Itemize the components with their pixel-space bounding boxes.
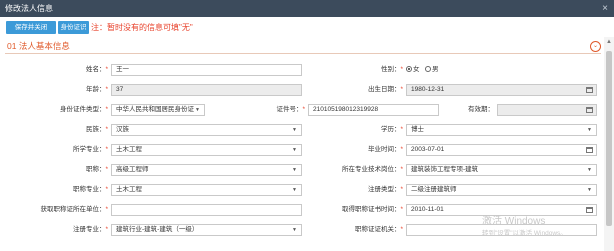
chevron-down-icon: ▼ — [292, 127, 297, 133]
chevron-down-icon: ▼ — [587, 127, 592, 133]
name-field[interactable]: 王一 — [111, 64, 302, 76]
gender-radio-male[interactable]: 男 — [425, 64, 439, 76]
nation-select[interactable]: 汉族 ▼ — [111, 124, 302, 136]
age-label: 年龄：* — [85, 86, 108, 93]
registration-major-select[interactable]: 建筑行业-建筑-建筑（一级） ▼ — [111, 224, 302, 236]
id-number-field[interactable]: 210105198012319928 — [308, 104, 439, 116]
valid-until-label: 有效期： — [468, 106, 494, 113]
title-unit-field[interactable] — [111, 204, 302, 216]
scroll-up-icon[interactable]: ▲ — [606, 39, 612, 45]
activation-watermark-title: 激活 Windows — [482, 216, 546, 227]
radio-selected-icon — [406, 66, 412, 72]
id-type-label: 身份证件类型：* — [59, 106, 108, 113]
id-card-recognize-button[interactable]: 身份证识别 — [58, 21, 89, 44]
title-date-label: 取得职称证书时间：* — [341, 206, 403, 213]
birth-date-field: 1980-12-31 — [406, 84, 597, 96]
title-label: 职称：* — [85, 166, 108, 173]
save-close-button[interactable]: 保存并关闭 — [6, 21, 56, 34]
registration-type-select[interactable]: 二级注册建筑师 ▼ — [406, 184, 597, 196]
toolbar: 保存并关闭 身份证识别 注：暂时没有的信息可填"无" — [0, 17, 614, 44]
gender-radio-female[interactable]: 女 — [406, 64, 420, 76]
chevron-down-icon: ▼ — [292, 227, 297, 233]
close-icon[interactable]: × — [602, 0, 608, 17]
id-number-label: 证件号：* — [276, 106, 305, 113]
toolbar-note: 注：暂时没有的信息可填"无" — [91, 23, 193, 32]
graduation-date-label: 毕业时间：* — [367, 146, 403, 153]
title-major-select[interactable]: 土木工程 ▼ — [111, 184, 302, 196]
window-title: 修改法人信息 — [5, 4, 53, 13]
activation-watermark-subtitle: 转到"设置"以激活 Windows。 — [482, 230, 567, 237]
major-label: 所学专业：* — [72, 146, 108, 153]
registration-type-label: 注册类型：* — [367, 186, 403, 193]
title-unit-label: 获取职称证所在单位：* — [40, 206, 108, 213]
chevron-down-icon: ▼ — [292, 167, 297, 173]
chevron-down-icon: ▼ — [587, 167, 592, 173]
section-title: 01 法人基本信息 — [7, 41, 70, 51]
registration-major-label: 注册专业：* — [72, 226, 108, 233]
radio-unselected-icon — [425, 66, 431, 72]
title-major-label: 职称专业：* — [72, 186, 108, 193]
calendar-icon — [586, 147, 593, 153]
nation-label: 民族：* — [85, 126, 108, 133]
birth-date-label: 出生日期：* — [367, 86, 403, 93]
id-type-select[interactable]: 中华人民共和国居民身份证 ▼ — [111, 104, 205, 116]
scrollbar-thumb[interactable] — [606, 51, 612, 226]
chevron-down-icon: ▼ — [195, 107, 200, 113]
calendar-icon — [586, 87, 593, 93]
education-label: 学历：* — [380, 126, 403, 133]
window-titlebar: 修改法人信息 × — [0, 0, 614, 17]
title-select[interactable]: 高级工程师 ▼ — [111, 164, 302, 176]
collapse-icon[interactable]: ⌄ — [590, 41, 601, 52]
calendar-icon — [586, 107, 593, 113]
name-label: 姓名：* — [85, 66, 108, 73]
scrollbar[interactable]: ▲ — [604, 37, 614, 251]
major-select[interactable]: 土木工程 ▼ — [111, 144, 302, 156]
valid-until-field[interactable] — [497, 104, 597, 116]
section-header[interactable]: 01 法人基本信息 ⌄ — [5, 39, 601, 54]
cert-authority-label: 职称证证机关：* — [354, 226, 403, 233]
gender-label: 性别：* — [380, 66, 403, 73]
calendar-icon — [586, 207, 593, 213]
age-field: 37 — [111, 84, 302, 96]
education-select[interactable]: 博士 ▼ — [406, 124, 597, 136]
chevron-down-icon: ▼ — [587, 187, 592, 193]
graduation-date-field[interactable]: 2003-07-01 — [406, 144, 597, 156]
tech-post-label: 所在专业技术岗位：* — [341, 166, 403, 173]
chevron-down-icon: ▼ — [292, 147, 297, 153]
tech-post-select[interactable]: 建筑装饰工程专项-建筑 ▼ — [406, 164, 597, 176]
chevron-down-icon: ▼ — [292, 187, 297, 193]
